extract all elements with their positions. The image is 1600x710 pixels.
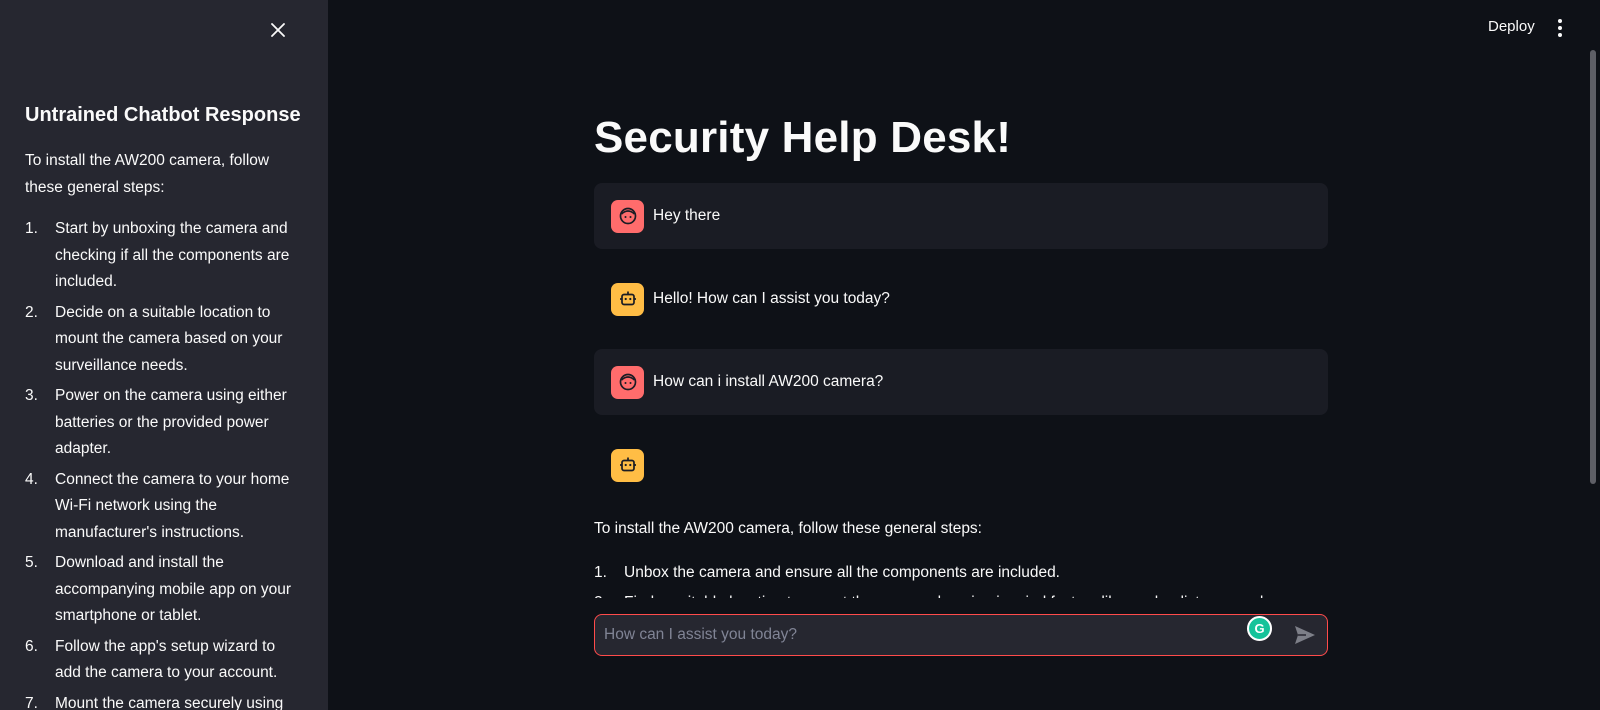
list-text: Find a suitable location to mount the ca… [624,590,1263,598]
message-text: Hey there [653,207,721,224]
list-text: Start by unboxing the camera and checkin… [55,220,290,290]
list-text: Follow the app's setup wizard to add the… [55,637,278,682]
message-text: Hello! How can I assist you today? [653,290,890,307]
page-title: Security Help Desk! [594,113,1012,162]
list-text: Decide on a suitable location to mount t… [55,303,283,374]
list-item: 1. Unbox the camera and ensure all the co… [594,560,1328,586]
scrollbar[interactable] [1590,50,1596,484]
chat-message-assistant [594,432,1328,498]
grammarly-icon[interactable]: G [1247,616,1272,641]
list-item: 2. Decide on a suitable location to mount… [25,300,300,380]
smiley-face-icon [611,199,644,233]
message-text: How can i install AW200 camera? [653,373,884,390]
chat-message-user: How can i install AW200 camera? [594,349,1328,415]
list-item: 4. Connect the camera to your home Wi-Fi … [25,467,300,547]
close-icon[interactable] [266,18,290,42]
sidebar-title: Untrained Chatbot Response [25,104,301,126]
list-item: 5. Download and install the accompanying … [25,550,300,630]
smiley-face-icon [611,365,644,399]
list-number: 2. [594,590,624,598]
list-item: 3. Power on the camera using either batte… [25,383,300,463]
list-number: 2. [25,303,38,321]
list-text: Download and install the accompanying mo… [55,554,292,624]
list-text: Unbox the camera and ensure all the comp… [624,564,1060,581]
answer-steps-list: 1. Unbox the camera and ensure all the co… [594,560,1328,598]
chat-message-assistant: Hello! How can I assist you today? [594,266,1328,332]
list-item: 6. Follow the app's setup wizard to add t… [25,634,300,687]
list-number: 4. [25,470,38,488]
sidebar-intro: To install the AW200 camera, follow thes… [25,152,270,196]
list-item: 7. Mount the camera securely using [25,691,300,710]
sidebar-steps-list: 1. Start by unboxing the camera and check… [25,216,300,710]
list-item: 1. Start by unboxing the camera and check… [25,216,300,296]
list-number: 3. [25,387,38,404]
chat-message-user: Hey there [594,183,1328,249]
more-vertical-icon[interactable] [1552,16,1568,40]
sidebar: Untrained Chatbot Response To install th… [0,0,328,710]
list-text: Connect the camera to your home Wi-Fi ne… [55,470,290,541]
robot-icon [611,282,644,316]
list-number: 1. [25,220,38,237]
list-text: Power on the camera using either batteri… [55,387,287,457]
list-number: 6. [25,637,38,655]
answer-intro: To install the AW200 camera, follow thes… [594,520,982,537]
list-number: 5. [25,554,38,571]
list-item: 2.Find a suitable location to mount the … [594,590,1328,598]
list-text: Mount the camera securely using [55,694,284,710]
send-icon[interactable] [1294,625,1318,647]
deploy-button[interactable]: Deploy [1488,18,1535,35]
chat-input-container [594,614,1328,656]
chat-input[interactable] [595,626,1225,644]
list-number: 7. [25,694,38,710]
list-number: 1. [594,564,607,581]
robot-icon [611,448,644,482]
